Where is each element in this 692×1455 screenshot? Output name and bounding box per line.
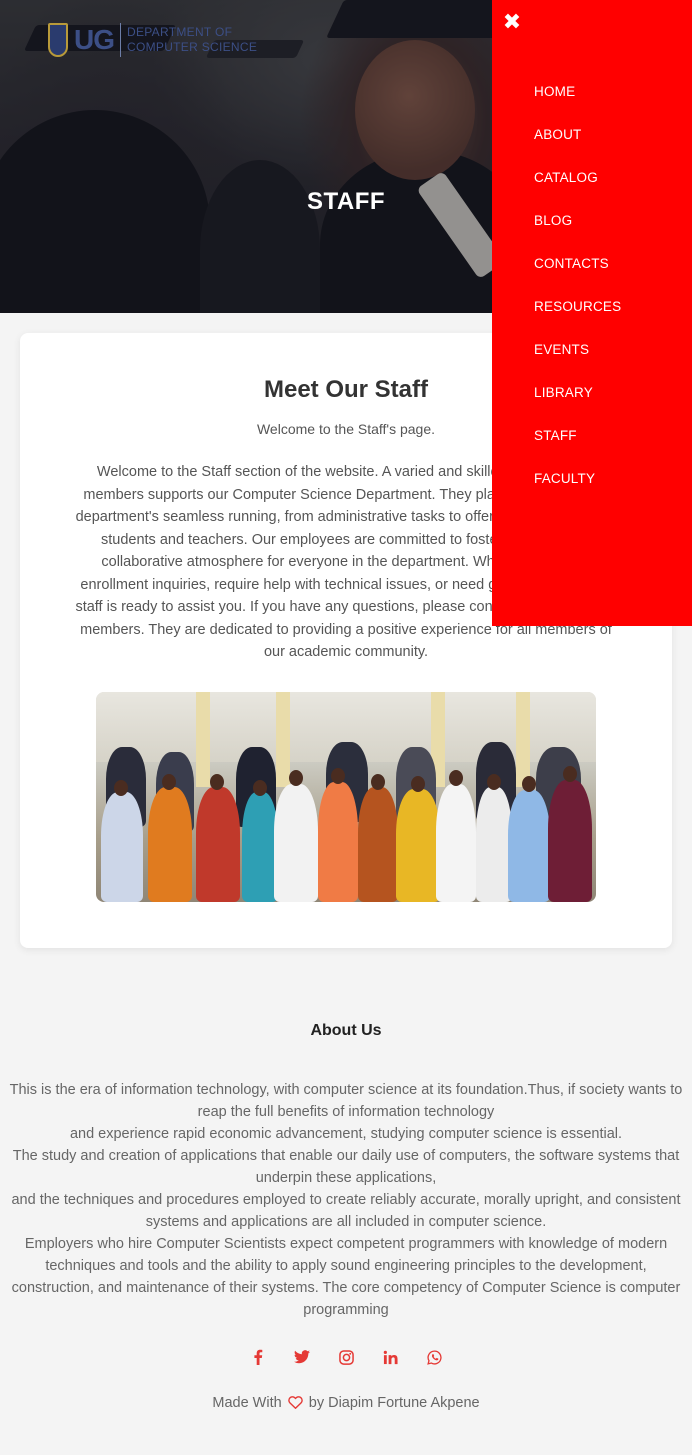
about-text: This is the era of information technolog… (9, 1082, 683, 1318)
menu-item-resources[interactable]: RESOURCES (534, 299, 621, 342)
logo-mark: UG (74, 24, 115, 55)
menu-item-contacts[interactable]: CONTACTS (534, 256, 621, 299)
whatsapp-icon[interactable] (423, 1346, 445, 1368)
twitter-icon[interactable] (291, 1346, 313, 1368)
about-heading: About Us (310, 1022, 382, 1039)
crest-icon (48, 23, 68, 57)
linkedin-icon[interactable] (379, 1346, 401, 1368)
menu-item-events[interactable]: EVENTS (534, 342, 621, 385)
staff-group-photo (96, 692, 596, 902)
menu-list: HOME ABOUT CATALOG BLOG CONTACTS RESOURC… (534, 84, 621, 514)
menu-item-catalog[interactable]: CATALOG (534, 170, 621, 213)
logo-text: DEPARTMENT OF COMPUTER SCIENCE (127, 25, 258, 54)
menu-item-library[interactable]: LIBRARY (534, 385, 621, 428)
menu-item-staff[interactable]: STAFF (534, 428, 621, 471)
social-links (0, 1346, 692, 1368)
menu-item-faculty[interactable]: FACULTY (534, 471, 621, 514)
side-menu: ✖ HOME ABOUT CATALOG BLOG CONTACTS RESOU… (492, 0, 692, 626)
menu-item-about[interactable]: ABOUT (534, 127, 621, 170)
heart-icon (287, 1396, 303, 1413)
close-icon[interactable]: ✖ (502, 10, 522, 34)
facebook-icon[interactable] (247, 1346, 269, 1368)
site-logo[interactable]: UG DEPARTMENT OF COMPUTER SCIENCE (48, 20, 257, 60)
menu-item-home[interactable]: HOME (534, 84, 621, 127)
footer-credit: Made With by Diapim Fortune Akpene (212, 1395, 480, 1413)
instagram-icon[interactable] (335, 1346, 357, 1368)
menu-item-blog[interactable]: BLOG (534, 213, 621, 256)
